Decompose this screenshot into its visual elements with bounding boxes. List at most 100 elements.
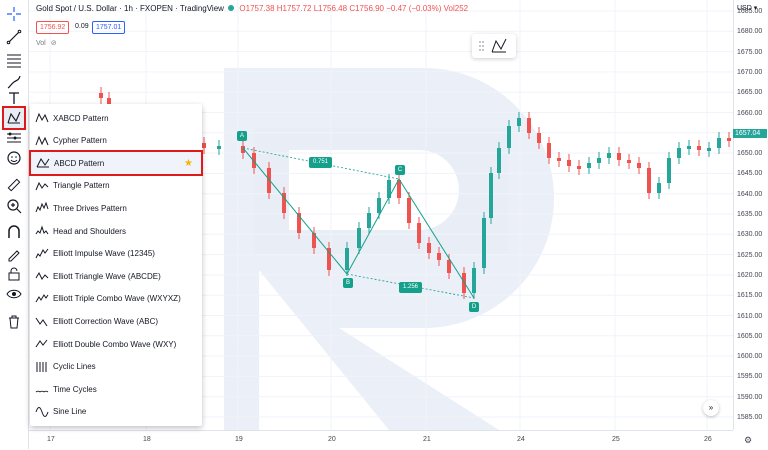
candle-body <box>447 260 451 273</box>
price-tick-label: 1625.00 <box>737 251 763 259</box>
emoji-icon[interactable] <box>4 148 24 168</box>
candle-body <box>327 248 331 270</box>
price-tick-label: 1675.00 <box>737 48 763 56</box>
candle-body <box>657 183 661 193</box>
price-tick-label: 1615.00 <box>737 292 763 300</box>
volume-legend: Vol ⊘ <box>36 39 57 47</box>
pattern-point-a[interactable]: A <box>237 131 247 141</box>
menu-item-cyclic-lines[interactable]: Cyclic Lines <box>30 356 202 378</box>
text-tool-icon[interactable] <box>4 88 24 108</box>
menu-item-elliott-triple[interactable]: Elliott Triple Combo Wave (WXYXZ) <box>30 288 202 310</box>
patterns-menu: XABCD Pattern Cypher Pattern ABCD Pattern ★… <box>29 104 203 426</box>
candle-body <box>527 118 531 133</box>
watermark-logo <box>224 68 554 430</box>
time-tick-label: 25 <box>612 436 620 443</box>
last-price-label: 1657.04 <box>733 129 767 138</box>
candle-body <box>577 166 581 169</box>
menu-item-label: Triangle Pattern <box>53 181 110 191</box>
elliott-triple-icon <box>34 292 50 306</box>
candle-body <box>537 133 541 143</box>
elliott-correction-icon <box>34 314 50 328</box>
trash-icon[interactable] <box>4 312 24 332</box>
menu-item-label: Elliott Correction Wave (ABC) <box>53 316 159 326</box>
menu-item-elliott-triangle[interactable]: Elliott Triangle Wave (ABCDE) <box>30 265 202 287</box>
menu-item-elliott-correction[interactable]: Elliott Correction Wave (ABC) <box>30 310 202 332</box>
time-tick-label: 21 <box>423 436 431 443</box>
time-tick-label: 17 <box>47 436 55 443</box>
bid-price-box[interactable]: 1756.92 <box>36 21 70 34</box>
menu-item-xabcd[interactable]: XABCD Pattern <box>30 107 202 129</box>
xabcd-icon <box>34 111 50 125</box>
time-tick-label: 19 <box>235 436 243 443</box>
currency-selector[interactable]: USD ▾ <box>737 4 757 12</box>
candle-body <box>517 118 521 126</box>
price-tick-label: 1665.00 <box>737 89 763 97</box>
menu-item-three-drives[interactable]: Three Drives Pattern <box>30 197 202 219</box>
pattern-point-d[interactable]: D <box>469 302 479 312</box>
menu-item-elliott-double[interactable]: Elliott Double Combo Wave (WXY) <box>30 333 202 355</box>
menu-item-cypher[interactable]: Cypher Pattern <box>30 130 202 152</box>
prediction-tool-icon[interactable] <box>4 128 24 148</box>
menu-item-elliott-impulse[interactable]: Elliott Impulse Wave (12345) <box>30 243 202 265</box>
price-tick-label: 1680.00 <box>737 28 763 36</box>
menu-item-label: Elliott Triple Combo Wave (WXYXZ) <box>53 294 181 304</box>
candle-body <box>627 160 631 163</box>
chart-legend: Gold Spot / U.S. Dollar · 1h · FXOPEN · … <box>36 4 468 13</box>
fib-retracement-icon[interactable] <box>4 50 24 70</box>
candle-body <box>697 146 701 150</box>
candle-body <box>407 198 411 223</box>
scroll-to-realtime-button[interactable]: » <box>703 400 719 416</box>
settings-gear-icon[interactable]: ⚙ <box>744 435 752 446</box>
trend-line-icon[interactable] <box>4 27 24 47</box>
time-axis[interactable]: 17 18 19 20 21 24 25 26 <box>29 430 733 450</box>
patterns-tool-icon[interactable] <box>2 106 26 130</box>
candle-body <box>507 126 511 148</box>
abcd-icon <box>35 156 51 170</box>
favorite-star-icon[interactable]: ★ <box>184 158 193 169</box>
time-tick-label: 26 <box>704 436 712 443</box>
crosshair-icon[interactable] <box>4 4 24 24</box>
magnet-icon[interactable] <box>4 222 24 242</box>
menu-item-triangle-pattern[interactable]: Triangle Pattern <box>30 175 202 197</box>
eye-off-icon[interactable]: ⊘ <box>51 40 57 47</box>
price-tick-label: 1620.00 <box>737 271 763 279</box>
zoom-in-icon[interactable] <box>4 196 24 216</box>
candle-body <box>597 158 601 163</box>
pattern-point-b[interactable]: B <box>343 278 353 288</box>
candle-body <box>607 153 611 158</box>
price-axis[interactable]: 1685.00 1680.00 1675.00 1670.00 1665.00 1660.… <box>733 0 768 430</box>
floating-drawing-toolbar[interactable] <box>472 34 516 58</box>
pattern-point-c[interactable]: C <box>395 165 405 175</box>
price-tick-label: 1600.00 <box>737 353 763 361</box>
symbol-title[interactable]: Gold Spot / U.S. Dollar · 1h · FXOPEN · … <box>36 4 224 13</box>
elliott-double-icon <box>34 337 50 351</box>
price-tick-label: 1635.00 <box>737 211 763 218</box>
menu-item-time-cycles[interactable]: Time Cycles <box>30 378 202 400</box>
ratio-label-bd: 1.256 <box>399 282 423 293</box>
ruler-icon[interactable] <box>4 175 24 195</box>
volume-label: Vol <box>36 40 46 47</box>
candle-body <box>417 223 421 243</box>
candle-body <box>637 163 641 168</box>
candle-body <box>397 180 401 198</box>
menu-item-label: Cypher Pattern <box>53 136 107 146</box>
ohlc-close: C1756.90 <box>349 4 385 13</box>
menu-item-head-shoulders[interactable]: Head and Shoulders <box>30 220 202 242</box>
candle-body <box>345 248 349 270</box>
menu-item-label: Head and Shoulders <box>53 226 126 236</box>
elliott-triangle-icon <box>34 269 50 283</box>
lock-icon[interactable] <box>4 264 24 284</box>
ohlc-low: L1756.48 <box>313 4 348 13</box>
menu-item-abcd[interactable]: ABCD Pattern ★ <box>29 150 203 177</box>
menu-item-label: Three Drives Pattern <box>53 203 127 213</box>
menu-item-label: Cyclic Lines <box>53 362 96 372</box>
candle-body <box>377 198 381 213</box>
menu-item-label: ABCD Pattern <box>54 158 105 168</box>
stay-drawing-icon[interactable] <box>4 244 24 264</box>
candle-body <box>99 93 103 98</box>
menu-item-sine-line[interactable]: Sine Line <box>30 401 202 423</box>
eye-icon[interactable] <box>4 284 24 304</box>
candle-body <box>472 268 476 293</box>
ask-price-box[interactable]: 1757.01 <box>92 21 126 34</box>
candle-body <box>567 160 571 166</box>
